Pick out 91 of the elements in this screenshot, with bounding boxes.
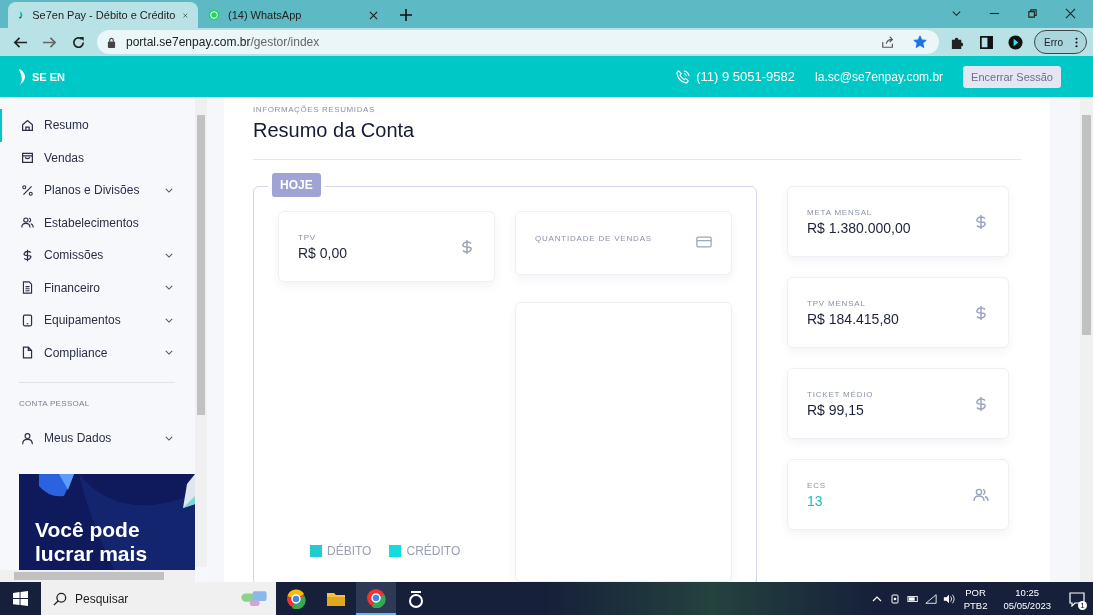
tablet-icon: [21, 313, 34, 327]
section-heading: CONTA PESSOAL: [18, 399, 91, 408]
address-bar[interactable]: portal.se7enpay.com.br/gestor/index: [97, 30, 940, 54]
user-icon: [21, 431, 34, 445]
profile-button[interactable]: Erro: [1034, 30, 1087, 54]
sidebar-item[interactable]: Financeiro: [0, 271, 195, 304]
clock-date[interactable]: 05/05/2023: [1003, 598, 1051, 612]
logout-button[interactable]: Encerrar Sessão: [963, 65, 1061, 88]
new-tab-icon[interactable]: [400, 9, 412, 21]
scrollbar[interactable]: [1080, 97, 1093, 582]
close-icon[interactable]: [183, 10, 188, 20]
legend-label: CRÉDITO: [406, 544, 461, 558]
clock-time[interactable]: 10:25: [1015, 585, 1040, 599]
chat-bubbles-icon: [240, 588, 268, 609]
scrollbar-thumb[interactable]: [197, 115, 205, 415]
bag-icon: [21, 151, 34, 165]
sidebar-item[interactable]: Comissões: [0, 239, 195, 272]
stat-label: TPV MENSAL: [807, 298, 867, 308]
stat-value: R$ 0,00: [298, 244, 349, 261]
users-icon: [21, 216, 34, 230]
scrollbar[interactable]: [0, 570, 195, 582]
stat-label: META MENSAL: [807, 207, 874, 217]
search-field[interactable]: Pesquisar: [73, 590, 240, 607]
notification-count: 1: [1078, 600, 1087, 610]
share-icon[interactable]: [881, 35, 896, 49]
search-icon: [53, 591, 67, 606]
email-address: la.sc@se7enpay.com.br: [815, 69, 944, 84]
sidebar-item[interactable]: Compliance: [0, 336, 195, 369]
banner-headline: Você pode lucrar mais: [35, 517, 149, 566]
stat-value: R$ 1.380.000,00: [807, 219, 912, 236]
chevron-down-icon: [165, 252, 173, 258]
phone-number: (11) 9 5051-9582: [696, 69, 796, 84]
scrollbar-thumb[interactable]: [1082, 115, 1091, 335]
home-icon: [21, 118, 34, 132]
browser-icon[interactable]: [286, 588, 306, 609]
scrollbar[interactable]: [195, 97, 207, 567]
stat-label: TICKET MÉDIO: [807, 389, 875, 399]
reload-icon[interactable]: [71, 34, 86, 50]
page-title: Resumo da Conta: [253, 119, 416, 142]
dollar-icon: [973, 304, 989, 321]
chevron-down-icon[interactable]: [951, 8, 962, 19]
logo-icon: [18, 67, 27, 86]
notification-icon[interactable]: [1069, 590, 1085, 607]
chevron-down-icon: [165, 435, 173, 441]
sidebar-item[interactable]: Meus Dados: [0, 422, 195, 455]
scrollbar-thumb[interactable]: [14, 572, 164, 580]
more-vertical-icon: [1075, 36, 1078, 48]
dollar-icon: [459, 238, 475, 255]
sidebar-item[interactable]: Vendas: [0, 141, 195, 174]
ring-icon[interactable]: [406, 588, 426, 609]
keyboard-layout-label[interactable]: PTB2: [963, 598, 988, 612]
stat-value: R$ 184.415,80: [807, 310, 900, 327]
dollar-icon: [973, 213, 989, 230]
dollar-icon: [21, 248, 34, 262]
browser-tab[interactable]: Se7en Pay - Débito e Crédito: [8, 2, 198, 28]
star-icon[interactable]: [913, 35, 928, 49]
browser-icon[interactable]: [366, 587, 386, 608]
stat-label: TPV: [298, 232, 317, 242]
side-panel-icon[interactable]: [979, 34, 995, 50]
dollar-icon: [973, 395, 989, 412]
language-label[interactable]: POR: [965, 585, 986, 599]
close-icon[interactable]: [1065, 8, 1076, 19]
taskbar-search-field[interactable]: Pesquisar: [41, 582, 276, 615]
stat-value: 13: [807, 492, 824, 509]
camera-icon[interactable]: [888, 592, 901, 605]
chevron-down-icon: [165, 317, 173, 323]
stat-value: R$ 99,15: [807, 401, 865, 418]
close-icon[interactable]: [369, 10, 378, 20]
chevron-down-icon: [165, 285, 173, 291]
sidebar-item[interactable]: Estabelecimentos: [0, 206, 195, 239]
browser-tab[interactable]: (14) WhatsApp: [198, 2, 388, 28]
lock-icon: [107, 36, 116, 48]
page-eyebrow: INFORMAÇÕES RESUMIDAS: [253, 105, 376, 114]
percent-icon: [21, 183, 34, 197]
windows-start-icon[interactable]: [13, 591, 28, 606]
file-icon: [21, 346, 34, 360]
chevron-down-icon: [165, 350, 173, 356]
logo-text: SE EN: [32, 70, 65, 83]
speaker-icon[interactable]: [942, 592, 955, 605]
document-icon: [21, 281, 34, 295]
phone-icon: [676, 69, 691, 84]
chevron-down-icon: [165, 187, 173, 193]
stat-label: ECS: [807, 480, 827, 490]
url-text: portal.se7enpay.com.br/gestor/index: [126, 35, 320, 49]
users-icon: [973, 486, 989, 503]
restore-icon[interactable]: [1027, 8, 1038, 19]
sidebar-item[interactable]: Equipamentos: [0, 304, 195, 337]
sidebar-item[interactable]: Planos e Divisões: [0, 174, 195, 207]
credit-card-icon: [696, 234, 712, 250]
stat-label: QUANTIDADE DE VENDAS: [535, 234, 653, 243]
legend-label: DÉBITO: [327, 544, 372, 558]
